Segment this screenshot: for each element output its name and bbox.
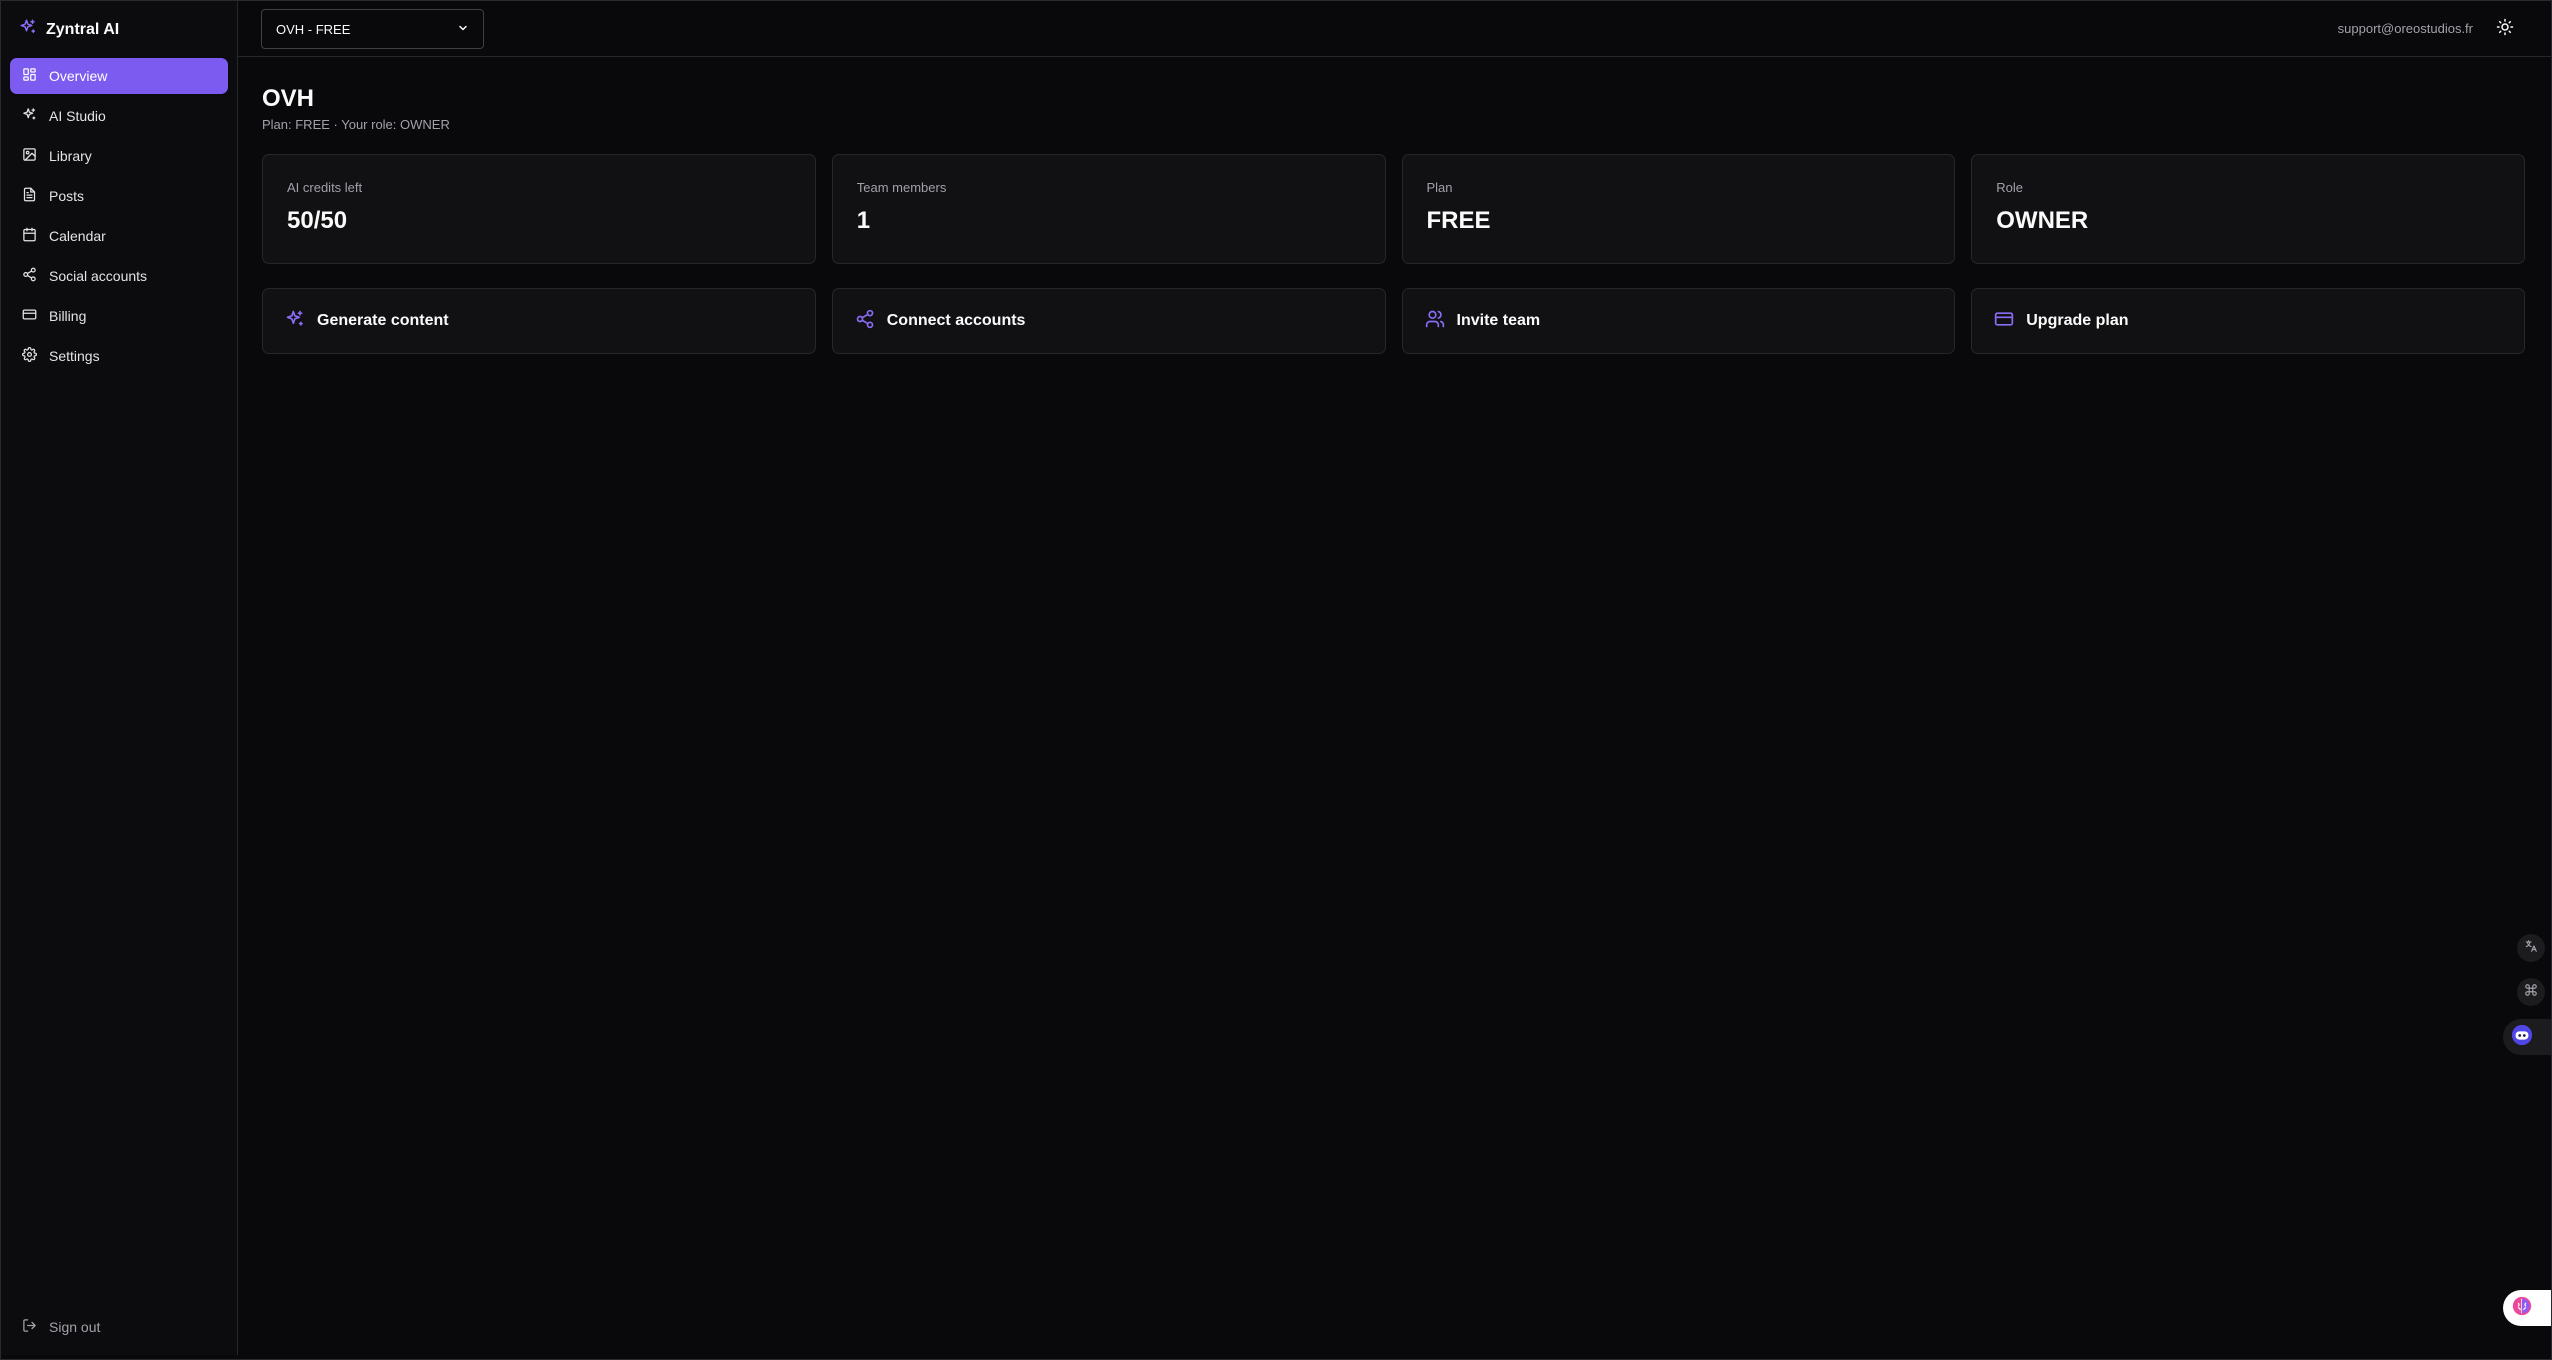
- invite-team-button[interactable]: Invite team: [1401, 288, 1956, 354]
- chevron-down-icon: [457, 22, 469, 37]
- grid-icon: [22, 67, 37, 85]
- log-out-icon: [22, 1318, 37, 1336]
- page-title: OVH: [262, 85, 315, 112]
- ai-brain-widget-tab[interactable]: [2503, 1290, 2551, 1326]
- sparkles-icon: [285, 309, 305, 334]
- translate-widget-button[interactable]: [2517, 934, 2545, 962]
- upgrade-plan-button[interactable]: Upgrade plan: [1971, 288, 2525, 354]
- stat-label: Team members: [856, 180, 947, 195]
- sidebar-nav: Overview AI Studio Library Posts Calenda…: [1, 58, 237, 374]
- organization-select[interactable]: OVH - FREE: [261, 9, 484, 49]
- sparkles-logo-icon: [19, 18, 37, 41]
- command-icon: [2524, 983, 2538, 1002]
- stat-card-plan: Plan FREE: [1401, 154, 1956, 264]
- app-window: Zyntral AI Overview AI Studio Library Po…: [0, 0, 2552, 1360]
- connect-accounts-button[interactable]: Connect accounts: [831, 288, 1386, 354]
- brand[interactable]: Zyntral AI: [1, 1, 237, 58]
- sidebar-item-label: Billing: [49, 308, 87, 324]
- sidebar-item-label: Social accounts: [49, 268, 148, 284]
- sign-out-button[interactable]: Sign out: [10, 1309, 228, 1345]
- stat-value: FREE: [1426, 207, 1491, 234]
- apps-widget-button[interactable]: [2517, 978, 2545, 1006]
- stat-card-ai-credits: AI credits left 50/50: [262, 154, 816, 264]
- generate-content-button[interactable]: Generate content: [262, 288, 816, 354]
- calendar-icon: [22, 227, 37, 245]
- translate-icon: [2524, 939, 2538, 958]
- sidebar-item-overview[interactable]: Overview: [10, 58, 228, 94]
- organization-select-value: OVH - FREE: [276, 21, 351, 37]
- sidebar-item-label: Overview: [49, 68, 108, 84]
- brain-icon: [2511, 1295, 2533, 1322]
- theme-toggle-button[interactable]: [2495, 18, 2515, 41]
- sidebar-item-library[interactable]: Library: [10, 138, 228, 174]
- sun-icon: [2496, 18, 2514, 41]
- page-subtitle: Plan: FREE · Your role: OWNER: [262, 117, 450, 132]
- users-icon: [1425, 309, 1445, 334]
- sidebar-item-ai-studio[interactable]: AI Studio: [10, 98, 228, 134]
- sidebar-item-label: Settings: [49, 348, 100, 364]
- robot-icon: [2511, 1024, 2533, 1051]
- sign-out-label: Sign out: [49, 1319, 101, 1335]
- sidebar-item-label: Library: [49, 148, 92, 164]
- stat-value: OWNER: [1996, 207, 2089, 234]
- credit-card-icon: [1994, 309, 2014, 334]
- sidebar: Zyntral AI Overview AI Studio Library Po…: [1, 1, 238, 1355]
- stat-card-team-members: Team members 1: [831, 154, 1386, 264]
- sidebar-item-settings[interactable]: Settings: [10, 338, 228, 374]
- action-label: Generate content: [317, 312, 449, 329]
- action-label: Connect accounts: [886, 312, 1026, 329]
- stat-value: 1: [856, 207, 871, 234]
- stat-label: Plan: [1426, 180, 1453, 195]
- file-text-icon: [22, 187, 37, 205]
- sidebar-item-calendar[interactable]: Calendar: [10, 218, 228, 254]
- quick-actions-row: Generate content Connect accounts Invite…: [262, 288, 2525, 354]
- user-email: support@oreostudios.fr: [2337, 21, 2473, 36]
- main-content: OVH Plan: FREE · Your role: OWNER AI cre…: [262, 85, 2525, 354]
- images-icon: [22, 147, 37, 165]
- sidebar-item-social-accounts[interactable]: Social accounts: [10, 258, 228, 294]
- gear-icon: [22, 347, 37, 365]
- stat-label: AI credits left: [287, 180, 363, 195]
- share-icon: [855, 309, 875, 334]
- stats-row: AI credits left 50/50 Team members 1 Pla…: [262, 154, 2525, 264]
- stat-card-role: Role OWNER: [1971, 154, 2525, 264]
- sparkles-icon: [22, 107, 37, 125]
- sidebar-item-label: Posts: [49, 188, 85, 204]
- stat-label: Role: [1996, 180, 2023, 195]
- stat-value: 50/50: [287, 207, 348, 234]
- sidebar-item-label: Calendar: [49, 228, 106, 244]
- action-label: Upgrade plan: [2026, 312, 2129, 329]
- sidebar-item-billing[interactable]: Billing: [10, 298, 228, 334]
- sidebar-item-label: AI Studio: [49, 108, 106, 124]
- topbar: OVH - FREE support@oreostudios.fr: [238, 1, 2551, 57]
- brand-name: Zyntral AI: [46, 20, 120, 38]
- action-label: Invite team: [1456, 312, 1541, 329]
- assistant-widget-tab[interactable]: [2503, 1019, 2551, 1055]
- credit-card-icon: [22, 307, 37, 325]
- share-icon: [22, 267, 37, 285]
- sidebar-item-posts[interactable]: Posts: [10, 178, 228, 214]
